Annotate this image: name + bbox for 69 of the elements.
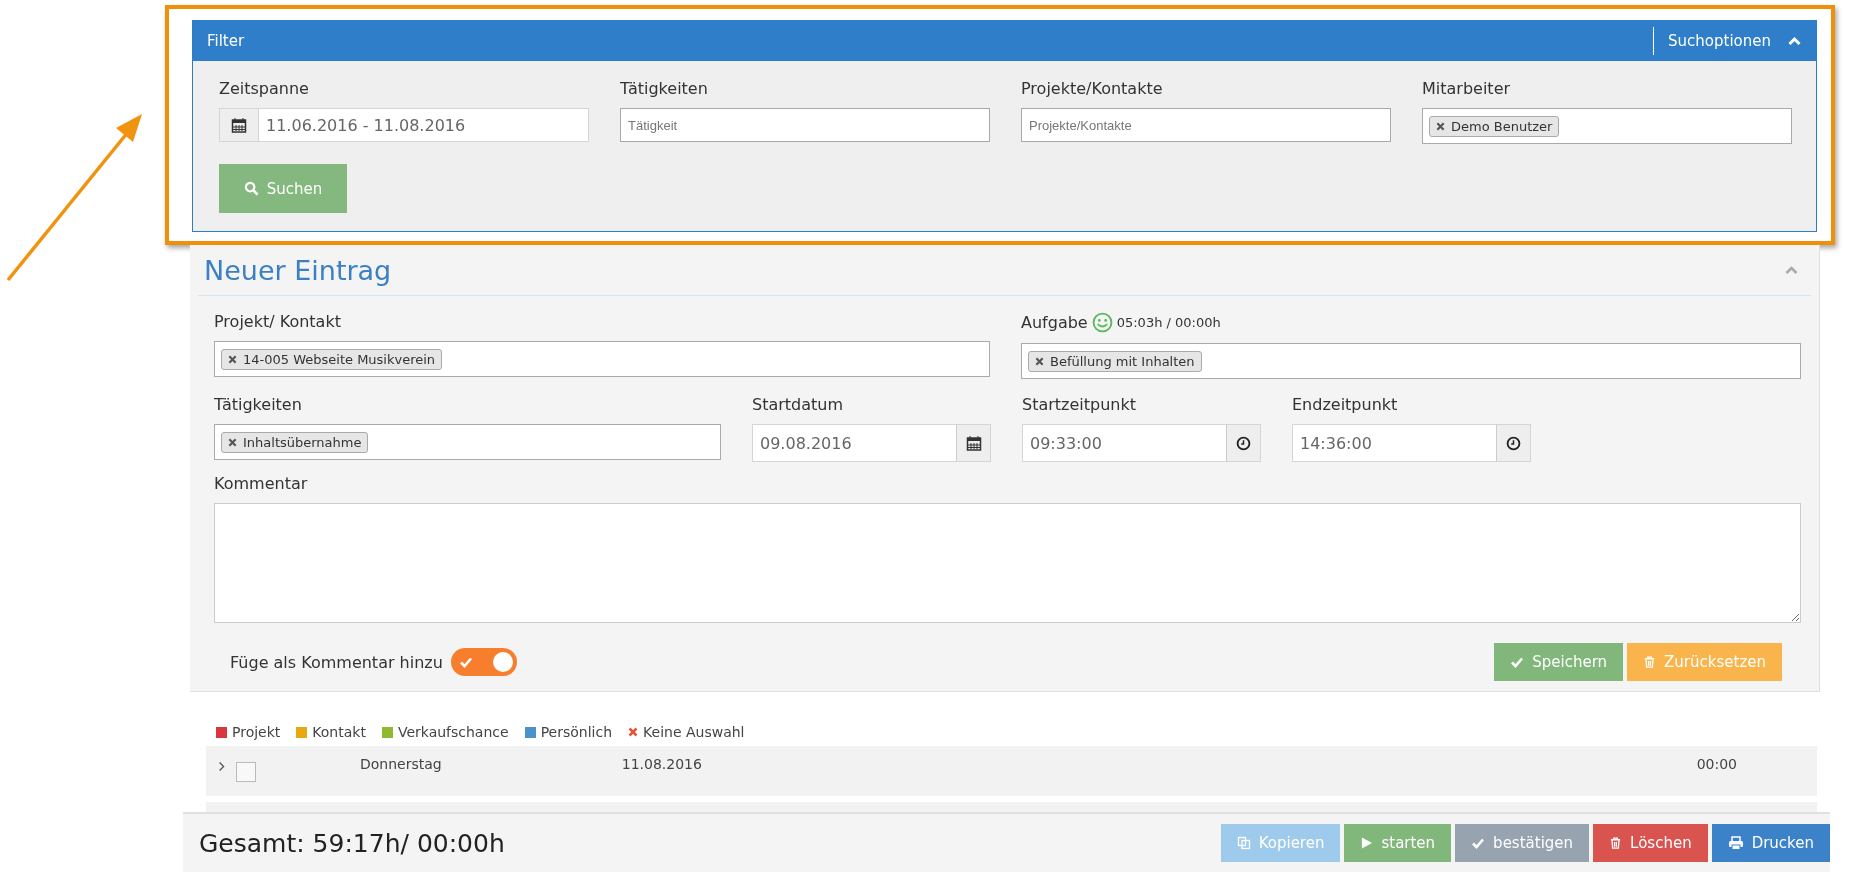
toggle-switch[interactable] [450, 648, 517, 676]
total-time: Gesamt: 59:17h/ 00:00h [199, 828, 505, 858]
calendar-addon[interactable] [220, 109, 259, 141]
toggle-label: Füge als Kommentar hinzu [230, 652, 443, 672]
date-range-field[interactable]: 11.06.2016 - 11.08.2016 [219, 108, 589, 142]
print-button[interactable]: Drucken [1711, 824, 1830, 862]
tag-field[interactable]: 14-005 Webseite Musikverein [214, 341, 990, 377]
tag-label: 14-005 Webseite Musikverein [243, 351, 436, 367]
tag-field[interactable]: Befüllung mit Inhalten [1021, 343, 1801, 379]
table-cell: 11.08.2016 [621, 756, 702, 772]
task-time: 05:03h / 00:00h [1116, 315, 1221, 330]
remove-icon[interactable] [228, 437, 237, 447]
trash-icon [1643, 655, 1657, 669]
field-label: Kommentar [214, 474, 309, 493]
clock-addon[interactable] [1496, 425, 1530, 461]
tag-label: Demo Benutzer [1451, 118, 1553, 134]
time-field[interactable]: 14:36:00 [1292, 424, 1531, 462]
table-cell: 00:00 [1696, 756, 1737, 772]
legend-label: Projekt [232, 724, 281, 740]
chevron-up-icon [1784, 264, 1799, 275]
remove-icon[interactable] [1436, 121, 1445, 131]
copy-icon [1236, 836, 1251, 850]
calendar-icon [965, 435, 982, 451]
tag-label: Befüllung mit Inhalten [1050, 353, 1195, 369]
play-icon [1360, 836, 1374, 850]
print-icon [1727, 836, 1744, 850]
field-label: Tätigkeiten [620, 79, 709, 98]
calendar-icon [231, 117, 247, 133]
tag-label: Inhaltsübernahme [243, 434, 362, 450]
field-label: Startdatum [752, 395, 845, 414]
remove-icon[interactable] [228, 354, 237, 364]
calendar-addon[interactable] [956, 425, 990, 461]
panel-title: Filter [207, 32, 245, 50]
field-label: Projekt/ Kontakt [214, 312, 342, 331]
check-icon [1510, 655, 1525, 669]
field-label: Endzeitpunkt [1292, 395, 1399, 414]
smiley-icon [1091, 312, 1113, 333]
check-icon [458, 655, 473, 669]
check-icon [1471, 836, 1486, 850]
chevron-right-icon [218, 760, 226, 772]
search-icon [243, 181, 259, 196]
field-label: Tätigkeiten [214, 395, 303, 414]
field-label: Zeitspanne [219, 79, 310, 98]
date-field[interactable]: 09.08.2016 [752, 424, 991, 462]
clock-icon [1236, 435, 1251, 451]
table-row[interactable]: Donnerstag 11.08.2016 00:00 [206, 746, 1817, 796]
trash-icon [1609, 836, 1623, 850]
legend-label: Keine Auswahl [643, 724, 745, 740]
row-checkbox[interactable] [236, 762, 256, 782]
table-cell: Donnerstag [360, 756, 442, 772]
field-label: Projekte/Kontakte [1021, 79, 1164, 98]
legend-label: Verkaufschance [397, 724, 509, 740]
field-label: Mitarbeiter [1422, 79, 1512, 98]
field-label: Aufgabe [1021, 313, 1088, 332]
text-field[interactable]: Projekte/Kontakte [1021, 108, 1391, 142]
remove-icon[interactable] [1035, 356, 1044, 366]
clock-icon [1506, 435, 1521, 451]
tag-field[interactable]: Inhaltsübernahme [214, 424, 721, 460]
tag-field[interactable]: Demo Benutzer [1422, 108, 1792, 144]
field-label: Startzeitpunkt [1022, 395, 1138, 414]
search-options-toggle[interactable]: Suchoptionen [1653, 27, 1802, 55]
time-field[interactable]: 09:33:00 [1022, 424, 1261, 462]
delete-button[interactable]: Löschen [1593, 824, 1708, 862]
legend-label: Persönlich [540, 724, 613, 740]
text-field[interactable]: Tätigkeit [620, 108, 990, 142]
panel-title: Neuer Eintrag [204, 254, 392, 286]
clock-addon[interactable] [1226, 425, 1260, 461]
comment-field[interactable] [214, 503, 1801, 623]
legend-label: Kontakt [312, 724, 366, 740]
